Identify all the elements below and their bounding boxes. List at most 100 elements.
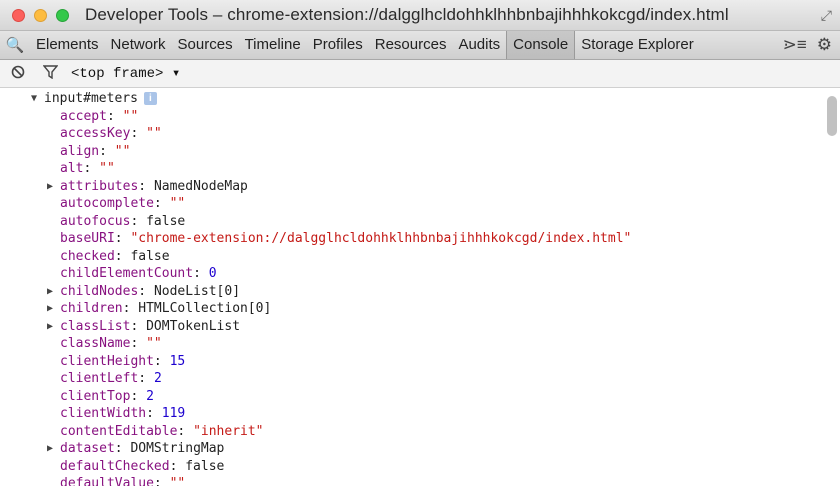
tab-sources[interactable]: Sources xyxy=(172,31,239,59)
property-key: childNodes xyxy=(60,283,139,299)
property-separator: : xyxy=(130,318,147,334)
property-separator: : xyxy=(114,231,131,246)
frame-selector[interactable]: <top frame> ▾ xyxy=(71,65,180,82)
expand-triangle-icon[interactable] xyxy=(31,90,37,108)
property-value: HTMLCollection[0] xyxy=(138,301,272,316)
property-separator: : xyxy=(138,178,154,194)
filter-icon[interactable] xyxy=(42,64,61,83)
tab-audits[interactable]: Audits xyxy=(452,31,506,59)
property-row[interactable]: children: HTMLCollection[0] xyxy=(0,300,840,318)
gear-icon[interactable]: ⚙ xyxy=(817,35,832,55)
expand-triangle-icon[interactable] xyxy=(47,300,53,318)
property-value: DOMTokenList xyxy=(146,318,241,334)
property-row: className: "" xyxy=(0,335,840,353)
resize-icon[interactable]: ⤢ xyxy=(821,7,832,24)
info-icon[interactable]: i xyxy=(143,92,157,105)
property-key: baseURI xyxy=(60,231,115,246)
property-row: alt: "" xyxy=(0,160,840,178)
object-root-row[interactable]: input#meters i xyxy=(0,90,840,108)
property-value: "" xyxy=(146,126,162,141)
property-row: childElementCount: 0 xyxy=(0,265,840,283)
clear-console-icon[interactable] xyxy=(11,65,29,83)
property-key: accessKey xyxy=(60,126,131,141)
property-separator: : xyxy=(169,458,186,474)
property-row: defaultChecked: false xyxy=(0,458,840,476)
console-toolbar: <top frame> ▾ xyxy=(0,60,840,88)
property-separator: : xyxy=(114,441,131,456)
property-value: NodeList[0] xyxy=(153,283,241,299)
property-separator: : xyxy=(122,301,139,316)
expand-triangle-icon[interactable] xyxy=(47,283,53,301)
property-row[interactable]: attributes: NamedNodeMap xyxy=(0,178,840,196)
property-separator: : xyxy=(153,353,170,369)
expand-triangle-icon[interactable] xyxy=(47,318,53,336)
toolbar-right-controls: ⋗≡ ⚙ xyxy=(783,35,832,55)
property-value: "" xyxy=(169,476,186,486)
property-row: align: "" xyxy=(0,143,840,161)
property-key: defaultValue xyxy=(60,476,154,486)
property-row: clientWidth: 119 xyxy=(0,405,840,423)
tab-console[interactable]: Console xyxy=(506,31,576,59)
property-value: 0 xyxy=(208,266,217,281)
expand-triangle-icon[interactable] xyxy=(47,178,53,196)
search-icon[interactable]: 🔍 xyxy=(0,36,30,54)
property-key: dataset xyxy=(60,441,115,456)
property-value: "" xyxy=(122,108,139,124)
property-key: clientLeft xyxy=(60,371,139,386)
property-value: false xyxy=(130,248,170,264)
property-separator: : xyxy=(138,371,154,386)
minimize-window-button[interactable] xyxy=(34,8,47,22)
property-separator: : xyxy=(177,423,194,439)
property-separator: : xyxy=(130,126,147,141)
vertical-scrollbar[interactable] xyxy=(827,96,837,136)
property-row: autocomplete: "" xyxy=(0,195,840,213)
property-row: contentEditable: "inherit" xyxy=(0,423,840,441)
property-row[interactable]: dataset: DOMStringMap xyxy=(0,440,840,458)
property-key: autocomplete xyxy=(60,196,154,211)
property-row: defaultValue: "" xyxy=(0,475,840,486)
property-separator: : xyxy=(106,108,123,124)
property-separator: : xyxy=(193,266,209,281)
panel-toolbar: 🔍 Elements Network Sources Timeline Prof… xyxy=(0,31,840,60)
property-row[interactable]: childNodes: NodeList[0] xyxy=(0,283,840,301)
tab-timeline[interactable]: Timeline xyxy=(239,31,307,59)
property-row: accept: "" xyxy=(0,108,840,126)
property-key: clientHeight xyxy=(60,353,154,369)
property-row: clientHeight: 15 xyxy=(0,353,840,371)
property-key: clientWidth xyxy=(60,406,147,421)
property-row: checked: false xyxy=(0,248,840,266)
property-row: autofocus: false xyxy=(0,213,840,231)
property-separator: : xyxy=(114,248,131,264)
property-value: "chrome-extension://dalgglhcldohhklhhbnb… xyxy=(130,231,632,246)
property-row: clientTop: 2 xyxy=(0,388,840,406)
property-row[interactable]: classList: DOMTokenList xyxy=(0,318,840,336)
tab-profiles[interactable]: Profiles xyxy=(307,31,369,59)
tab-elements[interactable]: Elements xyxy=(30,31,105,59)
tab-network[interactable]: Network xyxy=(105,31,172,59)
property-value: "inherit" xyxy=(193,423,264,439)
window-controls xyxy=(12,8,69,22)
property-key: attributes xyxy=(60,178,139,194)
drawer-toggle-icon[interactable]: ⋗≡ xyxy=(783,35,807,55)
property-value: NamedNodeMap xyxy=(153,178,248,194)
property-value: 15 xyxy=(169,353,186,369)
property-key: classList xyxy=(60,318,131,334)
property-separator: : xyxy=(146,406,162,421)
property-key: align xyxy=(60,143,100,159)
property-separator: : xyxy=(138,283,154,299)
property-key: children xyxy=(60,301,123,316)
property-key: checked xyxy=(60,248,115,264)
tab-storage-explorer[interactable]: Storage Explorer xyxy=(575,31,700,59)
expand-triangle-icon[interactable] xyxy=(47,440,53,458)
property-separator: : xyxy=(153,476,170,486)
close-window-button[interactable] xyxy=(12,8,25,22)
property-separator: : xyxy=(130,388,147,404)
property-separator: : xyxy=(99,143,115,159)
console-output: input#meters i accept: ""accessKey: "" ali… xyxy=(0,88,840,486)
object-root-label: input#meters xyxy=(44,91,138,106)
zoom-window-button[interactable] xyxy=(56,8,69,22)
property-value: DOMStringMap xyxy=(130,441,225,456)
property-row: baseURI: "chrome-extension://dalgglhcldo… xyxy=(0,230,840,248)
property-separator: : xyxy=(130,336,147,351)
tab-resources[interactable]: Resources xyxy=(369,31,453,59)
